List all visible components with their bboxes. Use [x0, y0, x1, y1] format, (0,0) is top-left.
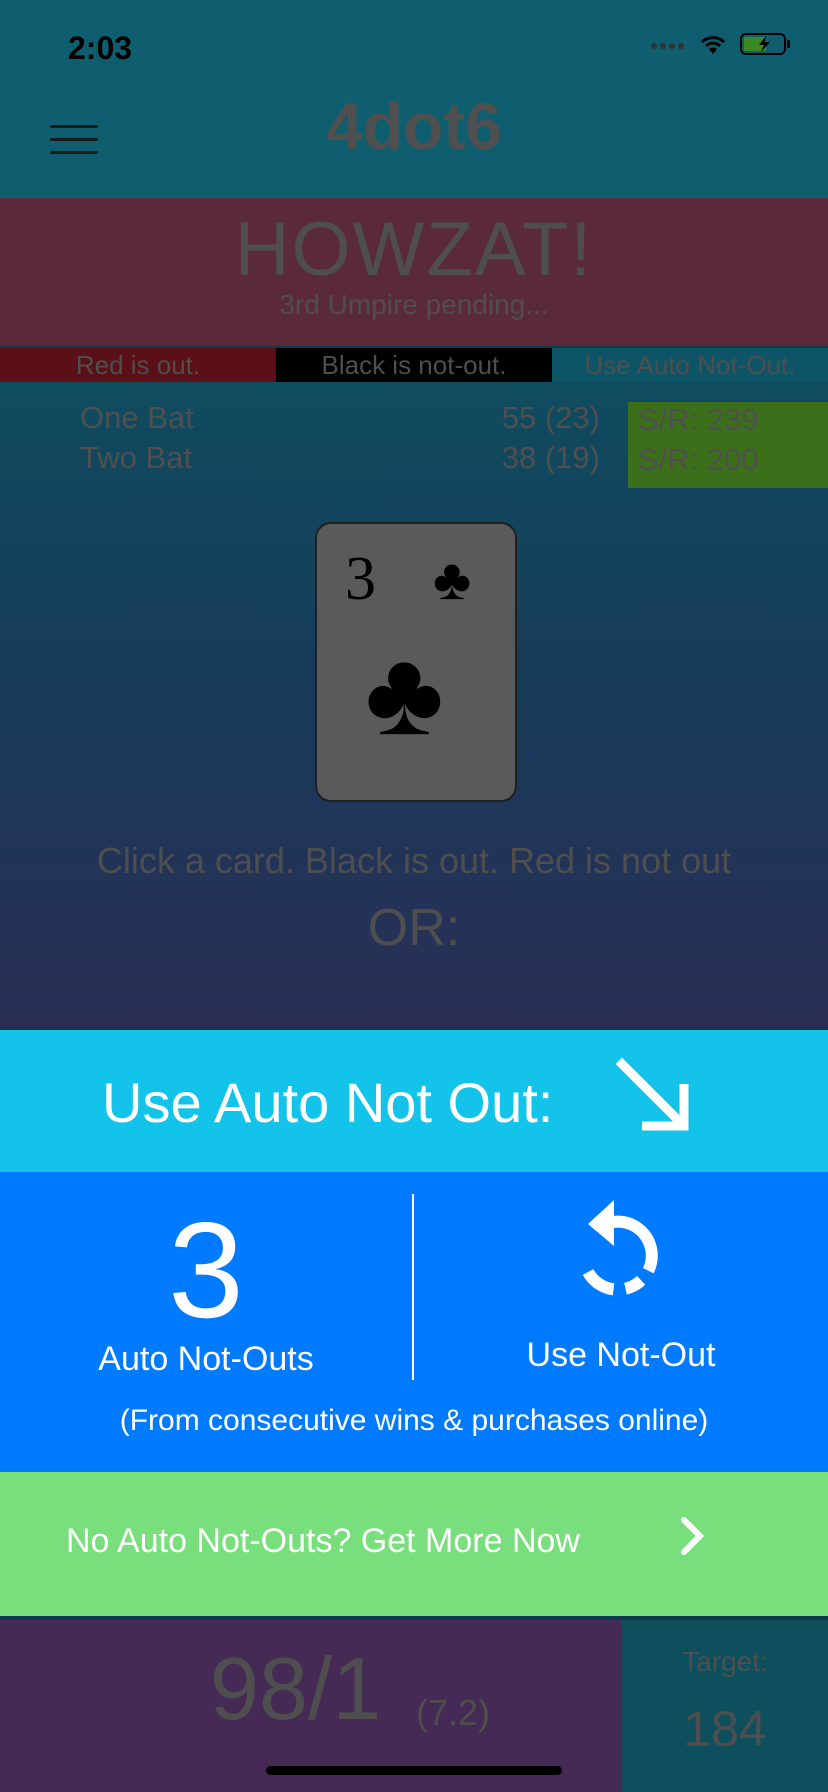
instructions-text: Click a card. Black is out. Red is not o… — [96, 840, 732, 881]
status-bar: 2:03 — [0, 0, 828, 100]
banner-subtitle: 3rd Umpire pending... — [279, 289, 549, 320]
app-logo: 4dot6 — [325, 89, 503, 163]
club-icon: ♣ — [433, 547, 472, 612]
legend-red: Red is out. — [0, 348, 276, 382]
target-value: 184 — [683, 1701, 767, 1757]
batter-score: 55 (23) — [501, 400, 600, 435]
signal-icon — [650, 38, 686, 56]
chevron-right-icon — [681, 1517, 705, 1555]
batter-strike-rate: S/R: 200 — [638, 442, 759, 477]
or-text: OR: — [367, 899, 461, 957]
legend-auto: Use Auto Not-Out. — [552, 348, 828, 382]
overs-value: (7.2) — [416, 1692, 491, 1733]
banner-title: HOWZAT! — [234, 207, 594, 292]
batter-name: Two Bat — [80, 440, 192, 475]
arrow-down-right-icon — [615, 1057, 689, 1131]
status-icons — [650, 32, 792, 61]
playing-card[interactable]: 3 ♣ ♣ — [315, 522, 517, 802]
card-rank: 3 — [345, 545, 376, 613]
auto-not-out-panel: 3 Auto Not-Outs Use Not-Out (From consec… — [0, 1172, 828, 1472]
home-indicator[interactable] — [266, 1766, 562, 1775]
batter-score: 38 (19) — [501, 440, 600, 475]
wifi-icon — [698, 32, 728, 61]
score-value: 98/1 — [210, 1639, 382, 1738]
undo-icon[interactable] — [568, 1192, 672, 1308]
auto-not-out-count: 3 — [168, 1194, 244, 1346]
legend-black: Black is not-out. — [276, 348, 552, 382]
batter-name: One Bat — [80, 400, 194, 435]
strike-rate-panel: S/R: 239 S/R: 200 — [628, 402, 828, 488]
status-time: 2:03 — [68, 30, 133, 66]
batters-list: One Bat 55 (23) Two Bat 38 (19) — [80, 400, 600, 480]
batter-row: Two Bat 38 (19) — [80, 440, 600, 480]
get-more-label: No Auto Not-Outs? Get More Now — [66, 1522, 580, 1560]
auto-not-out-title: Use Auto Not Out: — [102, 1071, 554, 1134]
target-label: Target: — [682, 1646, 768, 1677]
get-more-button[interactable]: No Auto Not-Outs? Get More Now — [0, 1472, 828, 1616]
batter-row: One Bat 55 (23) — [80, 400, 600, 440]
battery-charging-icon — [740, 32, 792, 61]
batter-strike-rate: S/R: 239 — [638, 402, 759, 437]
use-not-out-button[interactable]: Use Not-Out — [414, 1336, 828, 1375]
club-icon: ♣ — [365, 626, 444, 760]
howzat-banner: HOWZAT! 3rd Umpire pending... — [0, 198, 828, 346]
auto-not-out-count-label: Auto Not-Outs — [98, 1340, 314, 1378]
auto-not-out-header: Use Auto Not Out: — [0, 1030, 828, 1172]
rules-legend: Red is out. Black is not-out. Use Auto N… — [0, 348, 828, 382]
auto-not-out-note: (From consecutive wins & purchases onlin… — [119, 1404, 709, 1437]
